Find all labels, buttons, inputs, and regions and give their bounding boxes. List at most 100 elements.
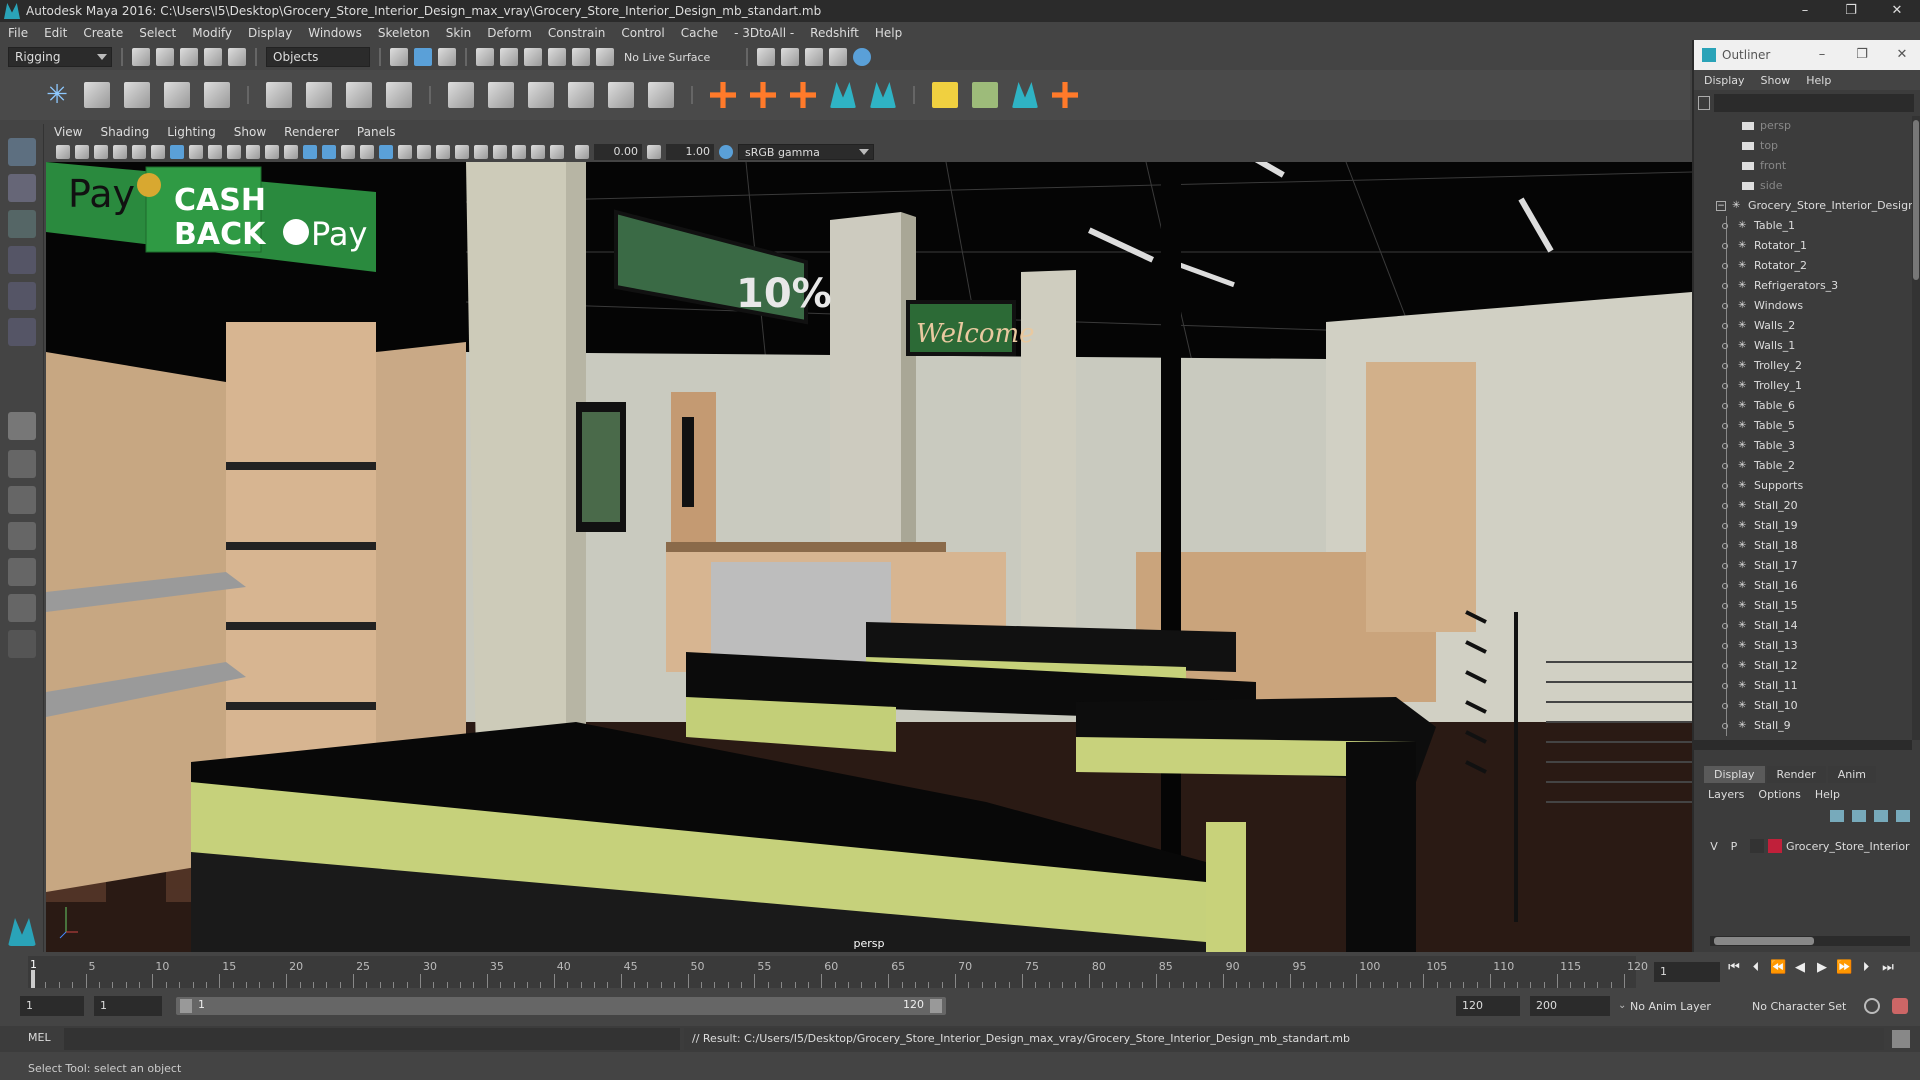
- gamma-field[interactable]: 1.00: [666, 144, 714, 160]
- step-back-key-icon[interactable]: ⏪: [1770, 960, 1786, 976]
- panel-menu-shading[interactable]: Shading: [100, 125, 149, 139]
- end-time-field[interactable]: 200: [1530, 996, 1610, 1016]
- aim-constraint-icon[interactable]: [608, 82, 634, 108]
- safe-action-icon[interactable]: [265, 145, 279, 159]
- grid-icon[interactable]: [170, 145, 184, 159]
- hypershade-icon[interactable]: [853, 48, 872, 66]
- outliner-item-root[interactable]: − ✳ Grocery_Store_Interior_Design: [1716, 196, 1912, 216]
- layer-color-swatch[interactable]: [1768, 839, 1782, 853]
- set-driven-key-icon[interactable]: [750, 82, 776, 108]
- color-space-dropdown[interactable]: sRGB gamma: [738, 144, 874, 160]
- blend-shape-icon[interactable]: [932, 82, 958, 108]
- current-time-indicator[interactable]: [31, 970, 35, 988]
- menu-windows[interactable]: Windows: [308, 26, 362, 40]
- film-gate-icon[interactable]: [189, 145, 203, 159]
- undo-icon[interactable]: [204, 48, 222, 66]
- end-time-dropdown-arrow-icon[interactable]: ⌄: [1618, 1000, 1626, 1011]
- gamma-icon[interactable]: [647, 145, 661, 159]
- auto-key-icon[interactable]: [1864, 998, 1880, 1014]
- layer-type-toggle[interactable]: [1750, 839, 1764, 853]
- ik-spline-icon[interactable]: [124, 82, 150, 108]
- maya-home-icon[interactable]: [8, 918, 36, 946]
- exposure-icon[interactable]: [575, 145, 589, 159]
- outliner-item[interactable]: ✳ Stall_12: [1722, 656, 1798, 676]
- wireframe-icon[interactable]: [303, 145, 317, 159]
- pole-vector-icon[interactable]: [648, 82, 674, 108]
- outliner-item[interactable]: ✳ Table_2: [1722, 456, 1795, 476]
- smooth-shade-icon[interactable]: [322, 145, 336, 159]
- outliner-item[interactable]: ✳ Stall_19: [1722, 516, 1798, 536]
- menu-edit[interactable]: Edit: [44, 26, 67, 40]
- outliner-item[interactable]: ✳ Rotator_2: [1722, 256, 1807, 276]
- shadows-icon[interactable]: [417, 145, 431, 159]
- range-end-handle[interactable]: [930, 999, 942, 1013]
- layers-menu-layers[interactable]: Layers: [1708, 788, 1744, 801]
- single-perspective-layout-icon[interactable]: [8, 412, 36, 440]
- xray-joints-icon[interactable]: [531, 145, 545, 159]
- outliner-minimize-button[interactable]: –: [1802, 40, 1842, 70]
- safe-title-icon[interactable]: [284, 145, 298, 159]
- outliner-item[interactable]: ✳ Stall_10: [1722, 696, 1798, 716]
- menu-constrain[interactable]: Constrain: [548, 26, 606, 40]
- move-layer-up-icon[interactable]: [1830, 810, 1844, 822]
- outliner-close-button[interactable]: ✕: [1882, 40, 1920, 70]
- menu-redshift[interactable]: Redshift: [810, 26, 859, 40]
- outliner-filter-icon[interactable]: [1698, 96, 1710, 110]
- menu-skeleton[interactable]: Skeleton: [378, 26, 430, 40]
- outliner-vertical-scrollbar[interactable]: [1912, 116, 1920, 740]
- lattice-icon[interactable]: [346, 82, 372, 108]
- snap-grid-icon[interactable]: [476, 48, 494, 66]
- play-forwards-icon[interactable]: ▶: [1814, 960, 1830, 976]
- select-by-object-type-icon[interactable]: [414, 48, 432, 66]
- outliner-item[interactable]: ✳ Stall_17: [1722, 556, 1798, 576]
- custom-layout-icon[interactable]: [8, 630, 36, 658]
- menu-modify[interactable]: Modify: [192, 26, 232, 40]
- outliner-item[interactable]: ✳ Walls_2: [1722, 316, 1795, 336]
- render-view-icon[interactable]: [757, 48, 776, 66]
- outliner-scroll-thumb[interactable]: [1913, 120, 1919, 280]
- point-constraint-icon[interactable]: [488, 82, 514, 108]
- outliner-item[interactable]: ✳ Stall_18: [1722, 536, 1798, 556]
- persp-outliner-layout-icon[interactable]: [8, 486, 36, 514]
- range-start-handle[interactable]: [180, 999, 192, 1013]
- locator-icon[interactable]: [710, 82, 736, 108]
- camera-attributes-icon[interactable]: [75, 145, 89, 159]
- command-language-label[interactable]: MEL: [28, 1031, 51, 1044]
- grease-pencil-icon[interactable]: [151, 145, 165, 159]
- outliner-item[interactable]: ✳ Supports: [1722, 476, 1803, 496]
- anim-layer-dropdown[interactable]: No Anim Layer: [1628, 998, 1746, 1016]
- new-layer-from-selection-icon[interactable]: [1896, 810, 1910, 822]
- panel-menu-panels[interactable]: Panels: [357, 125, 396, 139]
- xray-components-icon[interactable]: [550, 145, 564, 159]
- script-editor-icon[interactable]: [1892, 1030, 1910, 1048]
- tab-display-layers[interactable]: Display: [1704, 766, 1765, 783]
- layer-visibility-toggle[interactable]: V: [1704, 840, 1724, 853]
- menuset-dropdown[interactable]: Rigging: [8, 47, 112, 67]
- outliner-item-top[interactable]: top: [1742, 136, 1778, 156]
- snap-view-plane-icon[interactable]: [548, 48, 566, 66]
- animation-preferences-icon[interactable]: [1892, 998, 1908, 1014]
- wrap-deformer-icon[interactable]: [972, 82, 998, 108]
- bind-skin-icon[interactable]: [266, 82, 292, 108]
- current-frame-field[interactable]: 1: [1654, 962, 1720, 982]
- menu-deform[interactable]: Deform: [487, 26, 532, 40]
- outliner-item-persp[interactable]: persp: [1742, 116, 1791, 136]
- outliner-item[interactable]: ✳ Stall_16: [1722, 576, 1798, 596]
- outliner-item[interactable]: ✳ Stall_13: [1722, 636, 1798, 656]
- playback-start-field[interactable]: 1: [94, 996, 162, 1016]
- menu-control[interactable]: Control: [621, 26, 664, 40]
- gate-mask-icon[interactable]: [227, 145, 241, 159]
- minimize-button[interactable]: –: [1782, 0, 1828, 22]
- orient-constraint-icon[interactable]: [528, 82, 554, 108]
- outliner-menu-help[interactable]: Help: [1806, 74, 1831, 87]
- render-frame-icon[interactable]: [781, 48, 800, 66]
- menu-skin[interactable]: Skin: [446, 26, 472, 40]
- anti-aliasing-icon[interactable]: [474, 145, 488, 159]
- paint-weights-icon[interactable]: [306, 82, 332, 108]
- paint-select-icon[interactable]: [8, 210, 36, 238]
- lights-icon[interactable]: [398, 145, 412, 159]
- connection-editor-icon[interactable]: [790, 82, 816, 108]
- outliner-item[interactable]: ✳ Table_6: [1722, 396, 1795, 416]
- panel-menu-view[interactable]: View: [54, 125, 82, 139]
- outliner-item[interactable]: ✳ Trolley_1: [1722, 376, 1802, 396]
